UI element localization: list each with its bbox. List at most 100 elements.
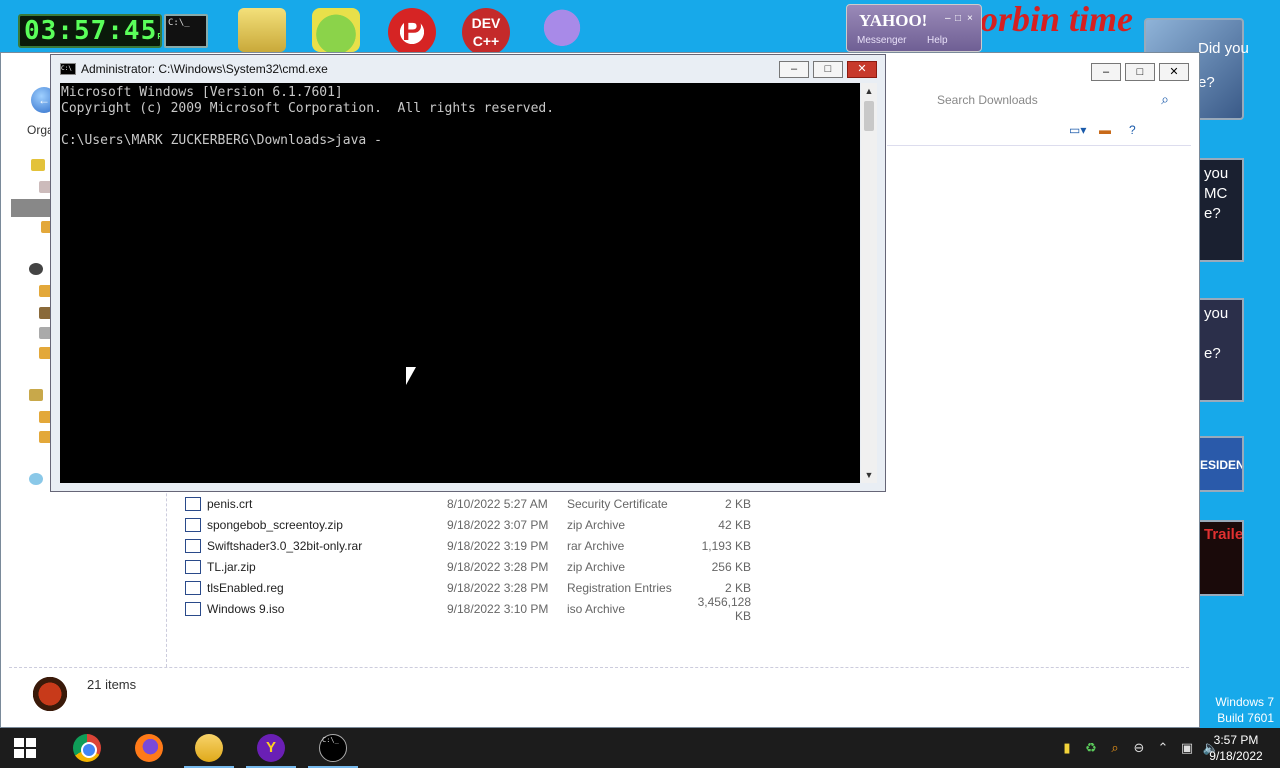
cmd-console-output[interactable]: Microsoft Windows [Version 6.1.7601] Copy… xyxy=(60,83,860,483)
file-type: rar Archive xyxy=(567,538,625,553)
file-size: 2 KB xyxy=(724,496,751,511)
file-row[interactable]: Swiftshader3.0_32bit-only.rar 9/18/2022 3… xyxy=(185,535,785,556)
desktop-pig-game-icon[interactable] xyxy=(312,8,360,52)
nav-selected-item[interactable] xyxy=(11,199,51,217)
desktop-p-app-icon[interactable]: P xyxy=(388,8,436,56)
yahoo-menu-help[interactable]: Help xyxy=(927,35,948,46)
cmd-title: Administrator: C:\Windows\System32\cmd.e… xyxy=(81,62,328,76)
file-date: 9/18/2022 3:10 PM xyxy=(447,601,549,616)
taskbar-time: 3:57 PM xyxy=(1213,733,1259,747)
cmd-vertical-scrollbar[interactable]: ▲ ▼ xyxy=(861,83,877,483)
help-icon[interactable]: ? xyxy=(1129,123,1145,137)
desktop-cmd-label: C:\_ xyxy=(168,18,190,28)
cmd-title-icon: C:\ xyxy=(60,63,76,75)
network-icon[interactable] xyxy=(29,473,43,485)
desktop-ad-card-2[interactable]: you e? xyxy=(1198,298,1244,402)
up-arrow-tray-icon[interactable]: ⌃ xyxy=(1154,739,1172,757)
file-type-icon xyxy=(185,538,201,553)
desktop-cmd-icon[interactable]: C:\_ xyxy=(164,14,208,48)
file-name: penis.crt xyxy=(207,496,253,511)
cmd-window[interactable]: C:\ Administrator: C:\Windows\System32\c… xyxy=(50,54,886,492)
search-icon[interactable]: ⌕ xyxy=(1161,91,1169,108)
desktop-ad-card-4[interactable]: Trailer xyxy=(1198,520,1244,596)
status-bar-divider xyxy=(9,667,1189,668)
notes-tray-icon[interactable]: ▮ xyxy=(1058,739,1076,757)
taskbar-cmd[interactable]: C:\_ xyxy=(304,728,362,768)
file-row[interactable]: Windows 9.iso 9/18/2022 3:10 PM iso Archiv… xyxy=(185,595,785,623)
scroll-up-arrow-icon[interactable]: ▲ xyxy=(861,83,877,99)
cmd-maximize-button[interactable]: □ xyxy=(813,61,843,78)
file-size: 256 KB xyxy=(711,559,751,574)
cmd-close-button[interactable]: ✕ xyxy=(847,61,877,78)
console-line: Microsoft Windows [Version 6.1.7601] xyxy=(61,85,343,100)
file-type: Registration Entries xyxy=(567,580,672,595)
explorer-window-controls: – □ ✕ xyxy=(1091,63,1189,81)
desktop-ad-card-3[interactable]: ESIDENT xyxy=(1198,436,1244,492)
file-row[interactable]: spongebob_screentoy.zip 9/18/2022 3:07 PM… xyxy=(185,514,785,535)
favorites-star-icon[interactable] xyxy=(31,159,45,171)
file-list: penis.crt 8/10/2022 5:27 AM Security Certi… xyxy=(185,493,785,623)
ad2-text: you e? xyxy=(1204,305,1229,362)
taskbar: Y C:\_ ▮ ♻ ⌕ ⊖ ⌃ ▣ 🔈 3:57 PM 9/18/2022 xyxy=(0,728,1280,768)
desktop-dev-cpp-icon[interactable]: DEV C++ xyxy=(462,8,510,56)
console-line: Copyright (c) 2009 Microsoft Corporation… xyxy=(61,101,555,116)
file-name: tlsEnabled.reg xyxy=(207,580,284,595)
file-date: 8/10/2022 5:27 AM xyxy=(447,496,548,511)
file-date: 9/18/2022 3:28 PM xyxy=(447,580,549,595)
file-size: 2 KB xyxy=(724,580,751,595)
cmd-titlebar[interactable]: C:\ Administrator: C:\Windows\System32\c… xyxy=(51,55,885,83)
explorer-maximize-button[interactable]: □ xyxy=(1125,63,1155,81)
file-name: Windows 9.iso xyxy=(207,601,285,616)
minus-tray-icon[interactable]: ⊖ xyxy=(1130,739,1148,757)
start-button-windows-icon[interactable] xyxy=(14,738,36,758)
file-row[interactable]: penis.crt 8/10/2022 5:27 AM Security Certi… xyxy=(185,493,785,514)
firefox-icon xyxy=(135,734,163,762)
desktop-printer-icon[interactable] xyxy=(238,8,286,52)
status-folder-icon xyxy=(31,673,69,715)
cmd-icon: C:\_ xyxy=(319,734,347,762)
file-type: zip Archive xyxy=(567,517,626,532)
file-row[interactable]: TL.jar.zip 9/18/2022 3:28 PM zip Archive 25… xyxy=(185,556,785,577)
search-input[interactable]: Search Downloads ⌕ xyxy=(927,89,1177,111)
yahoo-menu-messenger[interactable]: Messenger xyxy=(857,35,906,46)
taskbar-file-explorer[interactable] xyxy=(180,728,238,768)
taskbar-yahoo-messenger[interactable]: Y xyxy=(242,728,300,768)
p-app-label: P xyxy=(401,14,422,47)
os-line-2: Build 7601 xyxy=(1217,711,1274,725)
yahoo-minimize-icon[interactable]: – xyxy=(945,13,951,24)
mouse-pointer-icon xyxy=(406,367,416,385)
recycle-tray-icon[interactable]: ♻ xyxy=(1082,739,1100,757)
file-type: Security Certificate xyxy=(567,496,668,511)
file-date: 9/18/2022 3:19 PM xyxy=(447,538,549,553)
file-size: 3,456,128 KB xyxy=(697,594,751,623)
console-line: C:\Users\MARK ZUCKERBERG\Downloads>java … xyxy=(61,133,382,148)
status-item-count: 21 items xyxy=(87,677,137,692)
file-name: Swiftshader3.0_32bit-only.rar xyxy=(207,538,363,553)
file-type-icon xyxy=(185,517,201,532)
clock-time: 03:57:45 xyxy=(24,16,158,46)
homegroup-icon[interactable] xyxy=(29,389,43,401)
network-tray-icon[interactable]: ▣ xyxy=(1178,739,1196,757)
desktop-ad-card-1[interactable]: you MC e? xyxy=(1198,158,1244,262)
view-options-icon[interactable]: ▭▾ xyxy=(1069,123,1086,137)
libraries-icon[interactable] xyxy=(29,263,43,275)
cmd-minimize-button[interactable]: – xyxy=(779,61,809,78)
search-tray-icon[interactable]: ⌕ xyxy=(1106,739,1124,757)
explorer-close-button[interactable]: ✕ xyxy=(1159,63,1189,81)
taskbar-clock[interactable]: 3:57 PM 9/18/2022 xyxy=(1198,732,1274,764)
yahoo-messenger-widget[interactable]: YAHOO! Messenger Help – □ × xyxy=(846,4,982,52)
explorer-minimize-button[interactable]: – xyxy=(1091,63,1121,81)
taskbar-firefox[interactable] xyxy=(120,728,178,768)
preview-pane-icon[interactable]: ▬ xyxy=(1099,123,1115,137)
taskbar-chrome[interactable] xyxy=(58,728,116,768)
scroll-thumb[interactable] xyxy=(864,101,874,131)
file-type: zip Archive xyxy=(567,559,626,574)
desktop-bird-icon[interactable] xyxy=(540,8,584,52)
scroll-down-arrow-icon[interactable]: ▼ xyxy=(861,467,877,483)
windows-build-watermark: Windows 7 Build 7601 xyxy=(1215,694,1274,726)
cmd-window-controls: – □ ✕ xyxy=(779,61,877,78)
file-date: 9/18/2022 3:28 PM xyxy=(447,559,549,574)
yahoo-maximize-icon[interactable]: □ xyxy=(955,13,961,24)
yahoo-close-icon[interactable]: × xyxy=(967,13,973,24)
